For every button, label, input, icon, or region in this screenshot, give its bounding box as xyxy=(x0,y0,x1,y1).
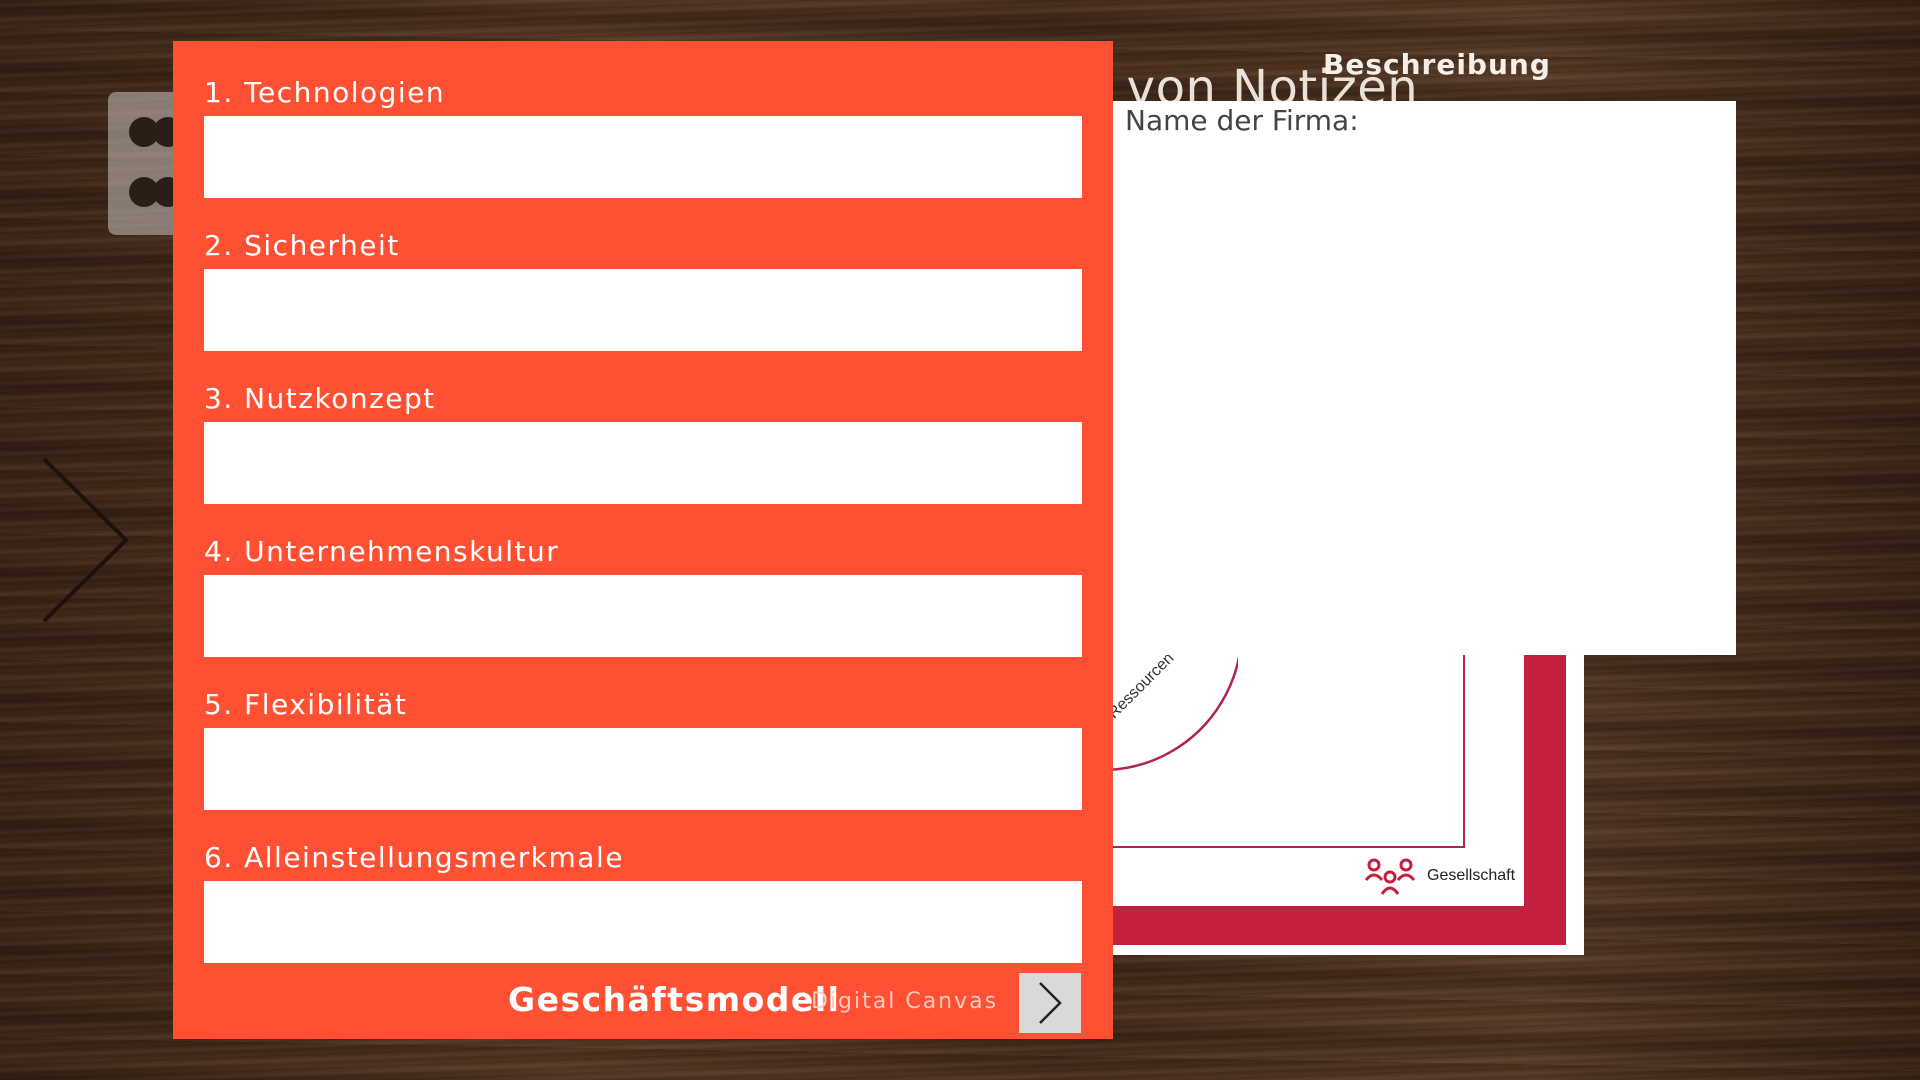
field-label-unternehmenskultur: 4. Unternehmenskultur xyxy=(204,535,560,568)
canvas-gesellschaft-label: Gesellschaft xyxy=(1427,867,1516,884)
field-label-nutzkonzept: 3. Nutzkonzept xyxy=(204,382,436,415)
sicherheit-input[interactable] xyxy=(204,269,1082,351)
footer-subtitle: Digital Canvas xyxy=(811,989,999,1014)
description-panel[interactable] xyxy=(1110,101,1736,655)
nutzkonzept-input[interactable] xyxy=(204,422,1082,504)
field-label-technologien: 1. Technologien xyxy=(204,76,446,109)
technologien-input[interactable] xyxy=(204,116,1082,198)
unternehmenskultur-input[interactable] xyxy=(204,575,1082,657)
field-label-alleinstellungsmerkmale: 6. Alleinstellungsmerkmale xyxy=(204,841,624,874)
next-button[interactable] xyxy=(1019,973,1081,1033)
field-label-sicherheit: 2. Sicherheit xyxy=(204,229,400,262)
nav-next-arrow-icon[interactable] xyxy=(40,455,130,625)
people-icon xyxy=(1364,858,1416,895)
field-label-flexibilitaet: 5. Flexibilität xyxy=(204,688,408,721)
company-name-label: Name der Firma: xyxy=(1125,104,1359,137)
chevron-right-icon xyxy=(1039,982,1062,1024)
footer-title: Geschäftsmodell xyxy=(508,980,841,1019)
alleinstellungsmerkmale-input[interactable] xyxy=(204,881,1082,963)
flexibilitaet-input[interactable] xyxy=(204,728,1082,810)
description-tab-label[interactable]: Beschreibung xyxy=(1323,48,1551,81)
